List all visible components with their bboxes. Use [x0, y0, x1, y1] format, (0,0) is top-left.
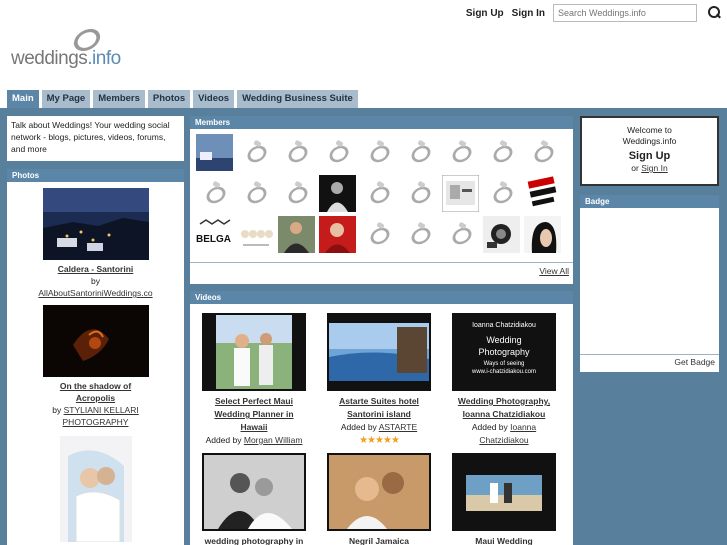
member-avatar-default[interactable] — [278, 134, 315, 171]
member-avatar-default[interactable] — [401, 134, 438, 171]
video-thumb[interactable] — [327, 313, 431, 391]
search-icon[interactable] — [707, 6, 721, 20]
photos-panel: Photos Caldera - Santorini by AllAboutSa… — [7, 169, 184, 545]
member-avatar[interactable] — [237, 216, 274, 253]
member-avatar-default[interactable] — [483, 134, 520, 171]
video-title[interactable]: wedding photography in — [192, 535, 316, 545]
member-avatar-default[interactable] — [196, 175, 233, 212]
member-avatar[interactable] — [278, 216, 315, 253]
photo-title[interactable]: On the shadow of — [60, 381, 131, 391]
video-item: Maui Wedding — [442, 451, 566, 545]
top-nav: Sign Up Sign In — [466, 3, 721, 23]
photo-author[interactable]: AllAboutSantoriniWeddings.co — [38, 288, 152, 298]
video-thumb[interactable] — [327, 453, 431, 531]
video-title[interactable]: Astarte Suites hotel — [317, 395, 441, 408]
video-title[interactable]: Negril Jamaica — [317, 535, 441, 545]
member-avatar-default[interactable] — [237, 175, 274, 212]
member-avatar[interactable]: BELGA — [196, 216, 233, 253]
member-avatar-default[interactable] — [524, 134, 561, 171]
video-item: Astarte Suites hotel Santorini island Ad… — [317, 311, 441, 447]
badge-heading: Badge — [580, 195, 719, 209]
tab-wedding-business-suite[interactable]: Wedding Business Suite — [237, 90, 358, 108]
member-avatar[interactable] — [524, 175, 561, 212]
video-thumb[interactable]: Ioanna Chatzidiakou Wedding Photography … — [452, 313, 556, 391]
member-avatar[interactable] — [319, 216, 356, 253]
video-author[interactable]: ASTARTE — [379, 422, 417, 432]
member-avatar-default[interactable] — [319, 134, 356, 171]
member-avatar-default[interactable] — [483, 175, 520, 212]
members-heading: Members — [190, 116, 573, 130]
tab-main[interactable]: Main — [7, 90, 39, 108]
photo-caldera-thumb[interactable] — [42, 188, 149, 260]
welcome-box: Welcome to Weddings.info Sign Up or Sign… — [580, 116, 719, 186]
get-badge-link[interactable]: Get Badge — [674, 357, 715, 367]
members-grid: BELGA — [196, 134, 568, 253]
site-logo[interactable]: weddings.info — [11, 24, 126, 72]
video-author[interactable]: Morgan William — [244, 435, 303, 445]
tab-videos[interactable]: Videos — [193, 90, 235, 108]
video-thumb[interactable] — [452, 453, 556, 531]
rating-stars: ★★★★★ — [359, 435, 400, 446]
member-avatar-default[interactable] — [442, 134, 479, 171]
member-avatar-default[interactable] — [401, 216, 438, 253]
photo-author-cont[interactable]: PHOTOGRAPHY — [63, 417, 129, 427]
photo-title-cont[interactable]: Acropolis — [76, 393, 115, 403]
member-avatar-default[interactable] — [360, 175, 397, 212]
videos-heading: Videos — [190, 291, 573, 305]
video-thumb[interactable] — [202, 453, 306, 531]
member-avatar-default[interactable] — [401, 175, 438, 212]
video-title[interactable]: Maui Wedding — [442, 535, 566, 545]
video-author[interactable]: Ioanna — [510, 422, 536, 432]
svg-text:BELGA: BELGA — [196, 234, 231, 245]
video-title[interactable]: Wedding Photography, — [442, 395, 566, 408]
video-title[interactable]: Select Perfect Maui — [192, 395, 316, 408]
videos-panel: Videos Select Perfect Maui Wedding Plann… — [190, 291, 573, 545]
about-text: Talk about Weddings! Your wedding social… — [11, 120, 170, 154]
tab-my-page[interactable]: My Page — [41, 90, 91, 108]
members-divider — [190, 262, 573, 263]
video-item: wedding photography in — [192, 451, 316, 545]
member-avatar[interactable] — [483, 216, 520, 253]
member-avatar-default[interactable] — [360, 216, 397, 253]
search-input[interactable] — [553, 4, 697, 22]
member-avatar[interactable] — [319, 175, 356, 212]
photos-heading: Photos — [7, 169, 184, 183]
signin-link[interactable]: Sign In — [512, 8, 545, 19]
member-avatar-default[interactable] — [278, 175, 315, 212]
tab-photos[interactable]: Photos — [147, 90, 191, 108]
view-all-link[interactable]: View All — [539, 266, 569, 276]
welcome-signin-link[interactable]: Sign In — [641, 163, 667, 173]
photo-item — [7, 436, 184, 542]
photo-title[interactable]: Caldera - Santorini — [58, 264, 134, 274]
badge-panel: Badge Get Badge — [580, 195, 719, 372]
photo-item: Caldera - Santorini by AllAboutSantorini… — [7, 188, 184, 299]
member-avatar[interactable] — [196, 134, 233, 171]
member-avatar-default[interactable] — [237, 134, 274, 171]
video-thumb[interactable] — [202, 313, 306, 391]
video-item: Ioanna Chatzidiakou Wedding Photography … — [442, 311, 566, 447]
video-item: Select Perfect Maui Wedding Planner in H… — [192, 311, 316, 447]
members-panel: Members BELGA View All — [190, 116, 573, 284]
badge-divider — [580, 354, 719, 355]
signup-link[interactable]: Sign Up — [466, 8, 504, 19]
member-avatar[interactable] — [441, 174, 480, 213]
photo-item: On the shadow of Acropolis by STYLIANI K… — [7, 305, 184, 428]
photo-couple-thumb[interactable] — [59, 436, 132, 542]
member-avatar-default[interactable] — [442, 216, 479, 253]
about-box: Talk about Weddings! Your wedding social… — [7, 116, 184, 161]
welcome-signup-button[interactable]: Sign Up — [582, 151, 717, 162]
main-tabs: Main My Page Members Photos Videos Weddi… — [7, 90, 358, 108]
photo-acropolis-thumb[interactable] — [42, 305, 149, 377]
photo-author[interactable]: STYLIANI KELLARI — [64, 405, 139, 415]
member-avatar-default[interactable] — [360, 134, 397, 171]
member-avatar[interactable] — [524, 216, 561, 253]
video-item: Negril Jamaica — [317, 451, 441, 545]
tab-members[interactable]: Members — [93, 90, 145, 108]
